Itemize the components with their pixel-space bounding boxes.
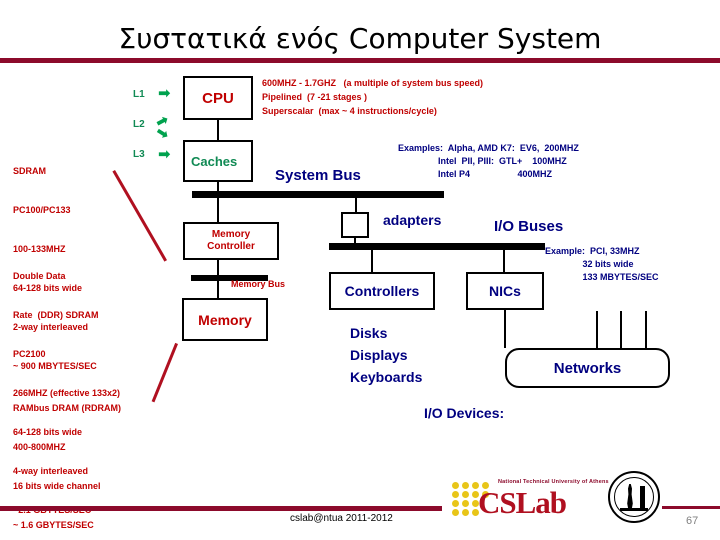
io-device-displays: Displays: [350, 347, 408, 363]
cpu-cache-connector: [217, 120, 219, 140]
pointer-line-sdram: [112, 170, 167, 262]
network-link-2: [620, 311, 622, 348]
ntua-seal-icon: [608, 471, 660, 523]
networks-box[interactable]: Networks: [505, 348, 670, 388]
memory-controller-label-line1: Memory: [211, 229, 251, 240]
iobus-nics-connector: [503, 250, 505, 273]
nics-box[interactable]: NICs: [466, 272, 544, 310]
seal-base: [620, 508, 648, 511]
logo-wordmark: CSLab: [478, 485, 567, 520]
pointer-line-rdram: [151, 342, 178, 403]
cpu-box-label: CPU: [202, 89, 234, 107]
title-divider: [0, 58, 720, 63]
cslab-logo: National Technical University of Athens …: [452, 476, 609, 522]
io-bus-example-line-3: 133 MBYTES/SEC: [545, 272, 659, 282]
controllers-box[interactable]: Controllers: [329, 272, 435, 310]
sidebar-rdram-line-2: 400-800MHZ: [13, 442, 66, 452]
arrow-down-right-icon-l2b: ➡: [152, 122, 173, 145]
cpu-spec-line-2: Pipelined (7 -21 stages ): [262, 92, 368, 102]
page-number: 67: [686, 515, 699, 527]
controllers-box-label: Controllers: [344, 283, 420, 299]
memory-controller-label-line2: Controller: [207, 241, 255, 252]
sidebar-ddr-line-2: Rate (DDR) SDRAM: [13, 310, 99, 320]
system-bus-label: System Bus: [275, 167, 361, 184]
nics-networks-connector: [504, 310, 506, 348]
cpu-spec-line-1: 600MHZ - 1.7GHZ (a multiple of system bu…: [262, 78, 484, 88]
arrow-right-icon-l1: ➡: [158, 84, 171, 102]
memctrl-membus-connector: [217, 260, 219, 275]
sidebar-rdram-line-1: RAMbus DRAM (RDRAM): [13, 403, 121, 413]
bus-example-line-1: Examples: Alpha, AMD K7: EV6, 200MHZ: [398, 143, 579, 153]
memory-box-label: Memory: [198, 311, 252, 328]
page-title: Συστατικά ενός Computer System: [118, 22, 602, 55]
footer-divider-right: [662, 506, 720, 509]
cache-level-label-l2: L2: [133, 119, 145, 130]
sidebar-sdram-line-1: SDRAM: [13, 166, 46, 176]
sidebar-ddr-line-3: PC2100: [13, 349, 46, 359]
io-bus-example-line-2: 32 bits wide: [545, 259, 634, 269]
footer-divider-left: [0, 506, 442, 511]
io-bus-example-line-1: Example: PCI, 33MHZ: [545, 246, 640, 256]
sidebar-rdram-line-4: ~ 1.6 GBYTES/SEC: [13, 520, 94, 530]
networks-box-label: Networks: [553, 359, 622, 377]
caches-box-label: Caches: [191, 153, 238, 169]
sidebar-ddr-line-1: Double Data: [13, 271, 66, 281]
sysbus-memctrl-connector: [217, 198, 219, 222]
footer-credit: cslab@ntua 2011-2012: [290, 513, 393, 524]
system-bus-line: [192, 191, 444, 198]
iobus-controllers-connector: [371, 250, 373, 273]
sysbus-adapter-connector: [355, 198, 357, 212]
sidebar-rdram-line-3: 16 bits wide channel: [13, 481, 101, 491]
adapter-box[interactable]: [341, 212, 369, 238]
bus-example-line-2: Intel PII, PIII: GTL+ 100MHZ: [398, 156, 567, 166]
memory-bus-label: Memory Bus: [231, 279, 286, 289]
io-device-disks: Disks: [350, 325, 388, 341]
arrow-right-icon-l3: ➡: [158, 145, 171, 163]
membus-memory-connector: [217, 281, 219, 298]
seal-inner-ring: [614, 477, 654, 517]
io-device-keyboards: Keyboards: [350, 369, 423, 385]
sidebar-block-rdram: RAMbus DRAM (RDRAM) 400-800MHZ 16 bits w…: [13, 376, 121, 540]
io-devices-label: I/O Devices:: [424, 405, 505, 421]
cpu-spec-line-3: Superscalar (max ~ 4 instructions/cycle): [262, 106, 437, 116]
cpu-box[interactable]: CPU: [183, 76, 253, 120]
memory-box[interactable]: Memory: [182, 298, 268, 341]
slide-canvas: Συστατικά ενός Computer System L1 L2 L3 …: [0, 0, 720, 540]
cache-level-label-l1: L1: [133, 89, 145, 100]
network-link-1: [596, 311, 598, 348]
adapters-label: adapters: [383, 212, 442, 228]
cache-level-label-l3: L3: [133, 149, 145, 160]
caches-box[interactable]: Caches: [183, 140, 253, 182]
network-link-3: [645, 311, 647, 348]
nics-box-label: NICs: [489, 283, 521, 299]
sidebar-sdram-line-2: PC100/PC133: [13, 205, 71, 215]
bus-example-line-3: Intel P4 400MHZ: [398, 169, 553, 179]
io-buses-label: I/O Buses: [494, 218, 564, 235]
seal-column: [640, 486, 645, 508]
io-bus-line: [329, 243, 545, 250]
memory-controller-box[interactable]: Memory Controller: [183, 222, 279, 260]
